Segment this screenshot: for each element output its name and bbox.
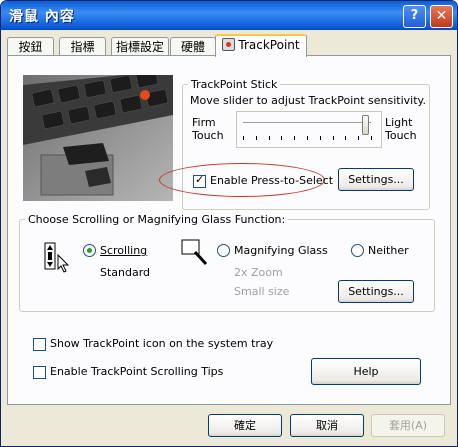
slider-track [243,122,371,126]
scrolling-group-label: Choose Scrolling or Magnifying Glass Fun… [25,213,289,226]
trackpoint-panel: TrackPoint Stick Move slider to adjust T… [7,55,451,405]
title-bar[interactable]: 滑鼠 內容 ? ✕ [1,1,457,30]
show-tray-icon-checkbox[interactable] [33,338,46,351]
scrolling-tips-label[interactable]: Enable TrackPoint Scrolling Tips [50,365,223,378]
slider-tick [256,136,257,140]
press-to-select-checkbox[interactable]: ✓ [193,173,206,188]
neither-radio[interactable] [351,244,364,257]
trackpoint-stick-group-label: TrackPoint Stick [188,78,281,91]
firm-label: Firm [192,116,216,129]
magnifying-glass-icon [180,238,210,268]
slider-tick [345,136,346,140]
check-mark-icon: ✓ [195,173,205,186]
neither-label[interactable]: Neither [368,244,409,257]
slider-tick [371,136,372,140]
tab-pointer-options[interactable]: 指標設定 [111,37,169,56]
tab-hardware[interactable]: 硬體 [170,37,216,56]
trackpoint-tab-icon [222,38,236,51]
ok-button[interactable]: 確定 [208,414,282,437]
scrolling-label[interactable]: Scrolling [100,244,147,257]
scrolling-mode-text: Standard [100,266,151,279]
slider-tick [358,136,359,140]
close-button[interactable]: ✕ [430,5,453,28]
firm-touch-label: Touch [192,129,224,142]
slider-tick [307,136,308,140]
scrolling-radio[interactable] [83,244,96,257]
tab-trackpoint[interactable]: TrackPoint [215,34,307,57]
light-touch-label: Touch [385,129,417,142]
apply-button[interactable]: 套用(A) [371,414,445,437]
slider-tick [243,136,244,140]
help-title-button[interactable]: ? [403,5,426,28]
scrolling-cursor-icon [42,239,76,273]
stick-settings-button[interactable]: Settings... [338,168,414,191]
tab-buttons[interactable]: 按鈕 [7,37,54,56]
scrolling-tips-checkbox[interactable] [33,366,46,379]
light-label: Light [385,116,413,129]
help-button[interactable]: Help [311,358,421,385]
window-title: 滑鼠 內容 [9,9,75,25]
slider-tick [269,136,270,140]
tab-pointers[interactable]: 指標 [59,37,106,56]
keyboard-trackpoint-image [23,75,173,201]
sensitivity-instruction: Move slider to adjust TrackPoint sensiti… [190,94,426,107]
slider-thumb[interactable] [362,115,369,135]
magnify-zoom-text: 2x Zoom [234,266,283,279]
show-tray-icon-label[interactable]: Show TrackPoint icon on the system tray [50,337,273,350]
slider-tick [281,136,282,140]
tab-trackpoint-label: TrackPoint [238,38,300,52]
cancel-button[interactable]: 取消 [290,414,364,437]
mouse-properties-dialog: 滑鼠 內容 ? ✕ 按鈕 指標 指標設定 硬體 TrackPoint Track… [0,0,458,447]
magnifying-glass-label[interactable]: Magnifying Glass [234,244,328,257]
magnifying-glass-radio[interactable] [217,244,230,257]
scroll-settings-button[interactable]: Settings... [338,280,414,303]
slider-tick [333,136,334,140]
slider-tick [294,136,295,140]
press-to-select-label[interactable]: Enable Press-to-Select [210,174,333,187]
magnify-size-text: Small size [234,285,290,298]
sensitivity-slider[interactable] [236,111,382,148]
slider-tick [320,136,321,140]
